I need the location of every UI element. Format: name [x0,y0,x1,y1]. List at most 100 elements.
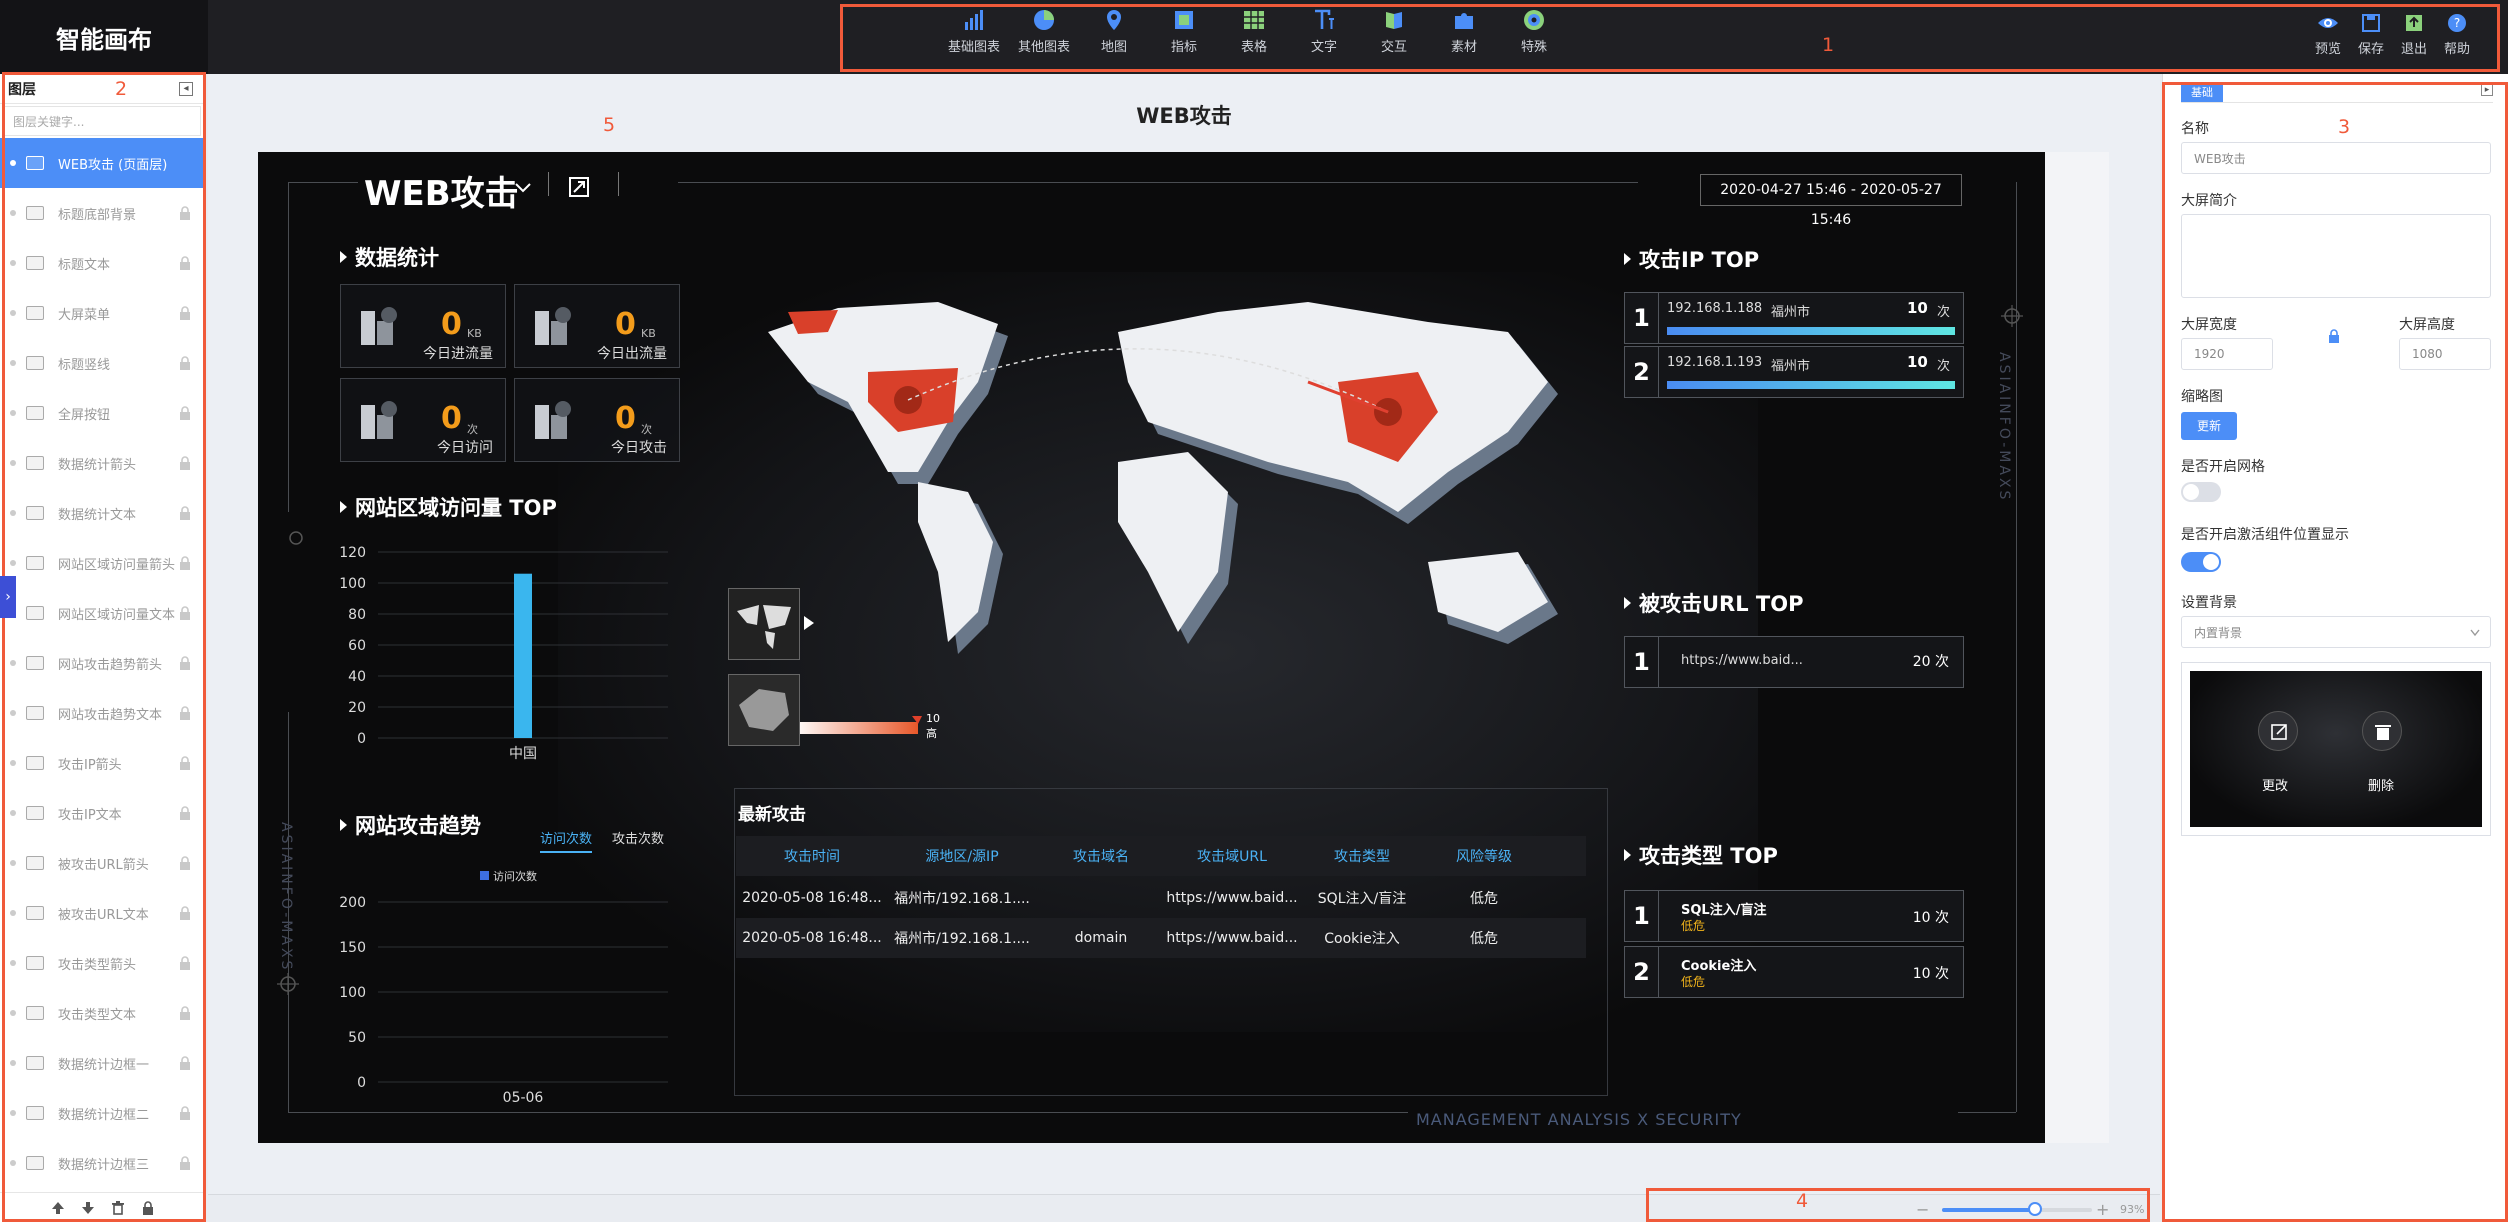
stat-box: 0 KB 今日出流量 [514,284,680,368]
crosshair-icon [2001,305,2023,327]
toolbar-item-7[interactable]: 素材 [1427,8,1501,55]
frame-line [288,182,289,512]
type-rank-row[interactable]: 1 SQL注入/盲注 低危 10 次 [1624,890,1964,942]
ip-rank-row[interactable]: 1 192.168.1.188 福州市 10 次 [1624,292,1964,344]
fullscreen-icon[interactable] [568,176,590,198]
x-tick-label: 中国 [509,746,537,762]
stat-unit: KB [467,327,482,340]
table-cell: Cookie注入 [1324,931,1400,947]
table-cell: https://www.baid... [1166,930,1298,946]
stat-value: 0 [615,307,636,342]
annotation-box-4 [1646,1188,2150,1222]
region-bar-chart: 0 20 40 60 80 100 120 中国 [339,545,668,762]
toolbar-item-3[interactable]: 指标 [1147,8,1221,55]
stat-unit: 次 [641,423,652,436]
title-dropdown-icon[interactable] [514,182,532,194]
toolbar-item-label: 其他图表 [1017,40,1070,55]
stat-value: 0 [615,401,636,436]
attack-type-level: 低危 [1681,919,1706,933]
table-row[interactable]: 2020-05-08 16:48... 福州市/192.168.1.... http… [736,878,1586,918]
y-tick-label: 0 [357,731,366,747]
toolbar-item-label: 特殊 [1520,40,1547,55]
latest-attacks-title: 最新攻击 [738,805,806,825]
toolbar-item-2[interactable]: 地图 [1077,8,1151,55]
ip-address: 192.168.1.193 [1667,355,1763,370]
toolbar-action-0[interactable]: 预览 [2306,12,2350,57]
attack-type-count: 10 次 [1912,910,1949,926]
table-cell: 福州市/192.168.1.... [894,891,1030,907]
url-section-title: 被攻击URL TOP [1624,588,1803,618]
zoom-out-button[interactable]: − [1916,1200,1929,1219]
table-cell: 低危 [1470,931,1498,947]
bar-chart-icon [965,10,983,30]
tab-visit-count[interactable]: 访问次数 [540,828,593,853]
table-cell: 福州市/192.168.1.... [894,931,1030,947]
url-count: 20 次 [1912,654,1949,670]
url-rank-row[interactable]: 1 https://www.baid... 20 次 [1624,636,1964,688]
column-header[interactable]: 攻击域名 [1036,846,1166,866]
frame-line [288,182,358,183]
toolbar-action-label: 预览 [2314,42,2341,57]
date-range[interactable]: 2020-04-27 15:46 - 2020-05-27 15:46 [1700,174,1962,228]
zoom-slider-track[interactable] [1942,1202,2092,1216]
world-map-switch[interactable] [728,588,800,660]
crosshair-icon [289,531,303,545]
toolbar-action-2[interactable]: 退出 [2392,12,2436,57]
stat-label: 今日访问 [437,440,493,456]
help-icon: ? [2448,14,2466,32]
zoom-slider-knob[interactable] [2028,1202,2042,1216]
screen-padding [2045,152,2109,1143]
type-rank-row[interactable]: 2 Cookie注入 低危 10 次 [1624,946,1964,998]
legend-high: 高 [926,727,937,740]
bar-中国[interactable] [514,573,532,738]
table-cell: 2020-05-08 16:48... [742,930,882,946]
column-header[interactable]: 攻击类型 [1298,846,1426,866]
expand-left-handle[interactable]: › [0,576,16,618]
rank-number: 1 [1625,293,1659,343]
table-cell: 2020-05-08 16:48... [742,890,882,906]
toolbar-item-1[interactable]: 其他图表 [1007,8,1081,55]
zoom-in-button[interactable]: + [2096,1200,2109,1219]
annotation-box-2 [2,72,206,1222]
app-title: 智能画布 [0,0,208,74]
zoom-slider-fill [1942,1208,2035,1212]
ip-address: 192.168.1.188 [1667,301,1763,316]
toolbar-item-0[interactable]: 基础图表 [937,8,1011,55]
toolbar-action-1[interactable]: 保存 [2349,12,2393,57]
toolbar-item-6[interactable]: 交互 [1357,8,1431,55]
switch-arrow-icon[interactable] [804,616,814,630]
ip-count: 10 [1907,353,1928,371]
toolbar-item-8[interactable]: 特殊 [1497,8,1571,55]
column-header[interactable]: 攻击域URL [1166,846,1298,866]
china-map-switch[interactable] [728,674,800,746]
y-tick-label: 150 [339,940,366,956]
column-header[interactable]: 风险等级 [1426,846,1542,866]
table-row[interactable]: 2020-05-08 16:48... 福州市/192.168.1.... doma… [736,918,1586,958]
table-icon [1244,11,1264,29]
toolbar-item-label: 地图 [1100,40,1127,55]
ip-rank-row[interactable]: 2 192.168.1.193 福州市 10 次 [1624,346,1964,398]
toolbar-item-label: 交互 [1380,40,1407,55]
column-header[interactable]: 源地区/源IP [888,846,1036,866]
attack-type-level: 低危 [1681,975,1706,989]
column-header[interactable]: 攻击时间 [736,846,888,866]
url-text: https://www.baid... [1681,653,1803,668]
y-tick-label: 120 [339,545,366,561]
stat-label: 今日攻击 [611,440,667,456]
dashboard-screen[interactable]: WEB攻击 2020-04-27 15:46 - 2020-05-27 15:4… [258,152,2045,1143]
toolbar-action-label: 保存 [2357,42,2384,57]
toolbar-item-label: 指标 [1170,40,1197,55]
interaction-icon [1386,12,1402,29]
watermark-left: ASIAINFO-MAXS [278,822,294,973]
ip-city: 福州市 [1771,305,1811,320]
table-cell: domain [1074,930,1128,946]
world-map[interactable] [748,272,1588,712]
toolbar-item-4[interactable]: 表格 [1217,8,1291,55]
x-tick-label: 05-06 [503,1090,544,1106]
tab-attack-count[interactable]: 攻击次数 [612,828,664,847]
map-legend-gradient [788,716,922,734]
toolbar-item-5[interactable]: 文字 [1287,8,1361,55]
annotation-number-2: 2 [115,78,128,100]
zoom-value: 93% [2120,1203,2145,1216]
toolbar-action-3[interactable]: ? 帮助 [2435,12,2479,57]
